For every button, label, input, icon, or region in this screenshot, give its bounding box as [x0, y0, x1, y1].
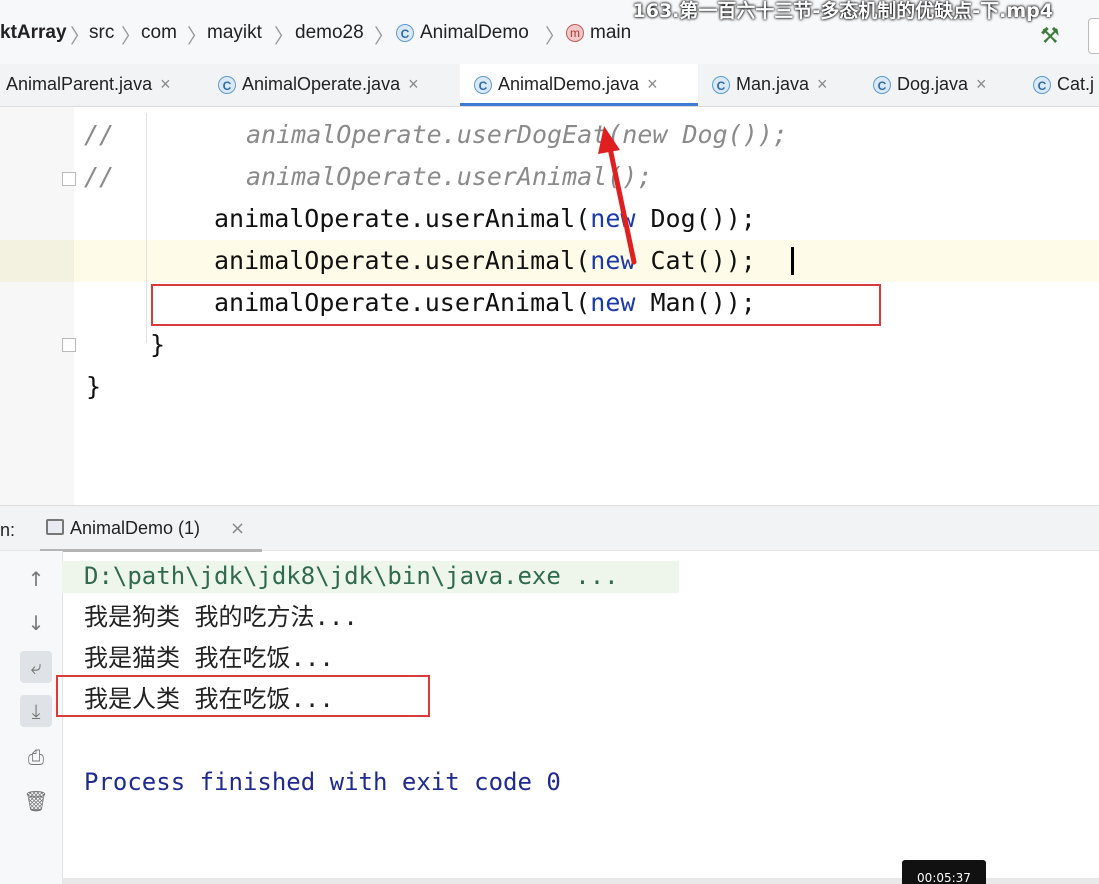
annotation-arrow [598, 126, 637, 265]
video-title: 163.第一百六十三节-多态机制的优缺点-下.mp4 [632, 0, 1054, 22]
